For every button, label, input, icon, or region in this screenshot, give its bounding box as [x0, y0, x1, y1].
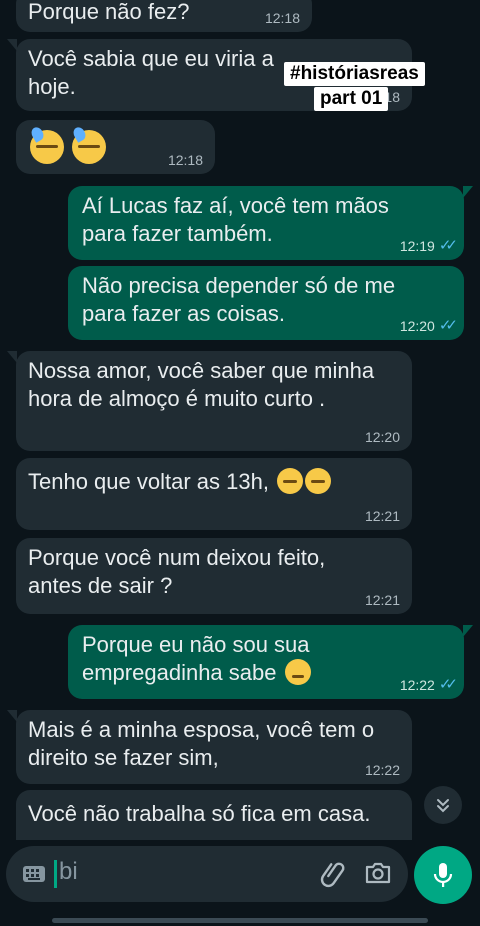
double-check-icon: ✓✓: [438, 317, 458, 334]
microphone-button[interactable]: [414, 846, 472, 904]
message-input[interactable]: bi: [59, 858, 78, 886]
message-text-line2: direito se fazer sim,: [28, 745, 219, 770]
overlay-part-label: part 01: [314, 87, 389, 111]
message-time: 12:21: [364, 592, 400, 608]
message-text-line1: Aí Lucas faz aí, você tem mãos: [82, 193, 389, 218]
message-time: 12:19: [399, 238, 435, 254]
overlay-hashtag-label: #históriasreas: [284, 62, 425, 86]
unamused-face-icon: [305, 468, 332, 494]
message-incoming[interactable]: Porque você num deixou feito, antes de s…: [16, 538, 412, 614]
message-incoming[interactable]: Nossa amor, você saber que minha hora de…: [7, 351, 412, 451]
message-time: 12:21: [364, 508, 400, 524]
message-meta: 12:20 ✓✓: [399, 317, 458, 335]
message-time: 12:22: [399, 677, 435, 693]
camera-icon[interactable]: [364, 859, 392, 887]
message-text-line1: Nossa amor, você saber que minha: [28, 358, 375, 383]
message-text-line2: para fazer também.: [82, 221, 273, 246]
double-check-icon: ✓✓: [438, 676, 458, 693]
message-text-line1: Porque você num deixou feito,: [28, 545, 326, 570]
downcast-sweat-face-icon: [72, 130, 107, 164]
message-time: 12:18: [167, 152, 203, 168]
message-outgoing[interactable]: Não precisa depender só de me para fazer…: [68, 266, 464, 340]
message-text-line2: hora de almoço é muito curto .: [28, 386, 326, 411]
message-text-line2: empregadinha sabe: [82, 660, 277, 685]
scroll-to-bottom-button[interactable]: [424, 786, 462, 824]
downcast-sweat-face-icon: [30, 130, 64, 164]
keyboard-icon[interactable]: [22, 864, 46, 884]
raised-eyebrow-face-icon: [284, 659, 311, 685]
message-text-line1: Porque eu não sou sua: [82, 632, 310, 657]
message-incoming[interactable]: Você não trabalha só fica em casa.: [16, 790, 412, 840]
message-meta: 12:19 ✓✓: [399, 237, 458, 255]
message-time: 12:18: [264, 10, 300, 26]
message-outgoing[interactable]: Porque eu não sou sua empregadinha sabe …: [68, 625, 473, 699]
message-text-line1: Não precisa depender só de me: [82, 273, 396, 298]
message-outgoing[interactable]: Aí Lucas faz aí, você tem mãos para faze…: [68, 186, 473, 260]
message-text-line2: para fazer as coisas.: [82, 301, 285, 326]
message-text: Você não trabalha só fica em casa.: [28, 801, 371, 826]
message-time: 12:22: [364, 762, 400, 778]
text-cursor: [54, 860, 57, 888]
message-incoming[interactable]: Tenho que voltar as 13h, 12:21: [16, 458, 412, 530]
message-incoming[interactable]: Mais é a minha esposa, você tem o direit…: [7, 710, 412, 784]
message-input-bar[interactable]: bi: [6, 846, 408, 902]
message-time: 12:20: [399, 318, 435, 334]
message-text-line2: antes de sair ?: [28, 573, 173, 598]
message-text: Tenho que voltar as 13h,: [28, 469, 269, 494]
home-indicator: [52, 918, 428, 923]
message-text-line1: Mais é a minha esposa, você tem o: [28, 717, 375, 742]
chat-area[interactable]: Porque não fez? 12:18 Você sabia que eu …: [0, 0, 480, 840]
paperclip-icon[interactable]: [320, 859, 348, 889]
message-time: 12:20: [364, 429, 400, 445]
message-text: Porque não fez?: [28, 0, 190, 24]
message-incoming[interactable]: Porque não fez? 12:18: [16, 0, 312, 32]
unamused-face-icon: [277, 468, 304, 494]
double-chevron-down-icon: [437, 799, 449, 813]
microphone-icon: [433, 863, 453, 887]
message-meta: 12:22 ✓✓: [399, 676, 458, 694]
message-incoming-emoji[interactable]: 12:18: [16, 120, 215, 174]
double-check-icon: ✓✓: [438, 237, 458, 254]
